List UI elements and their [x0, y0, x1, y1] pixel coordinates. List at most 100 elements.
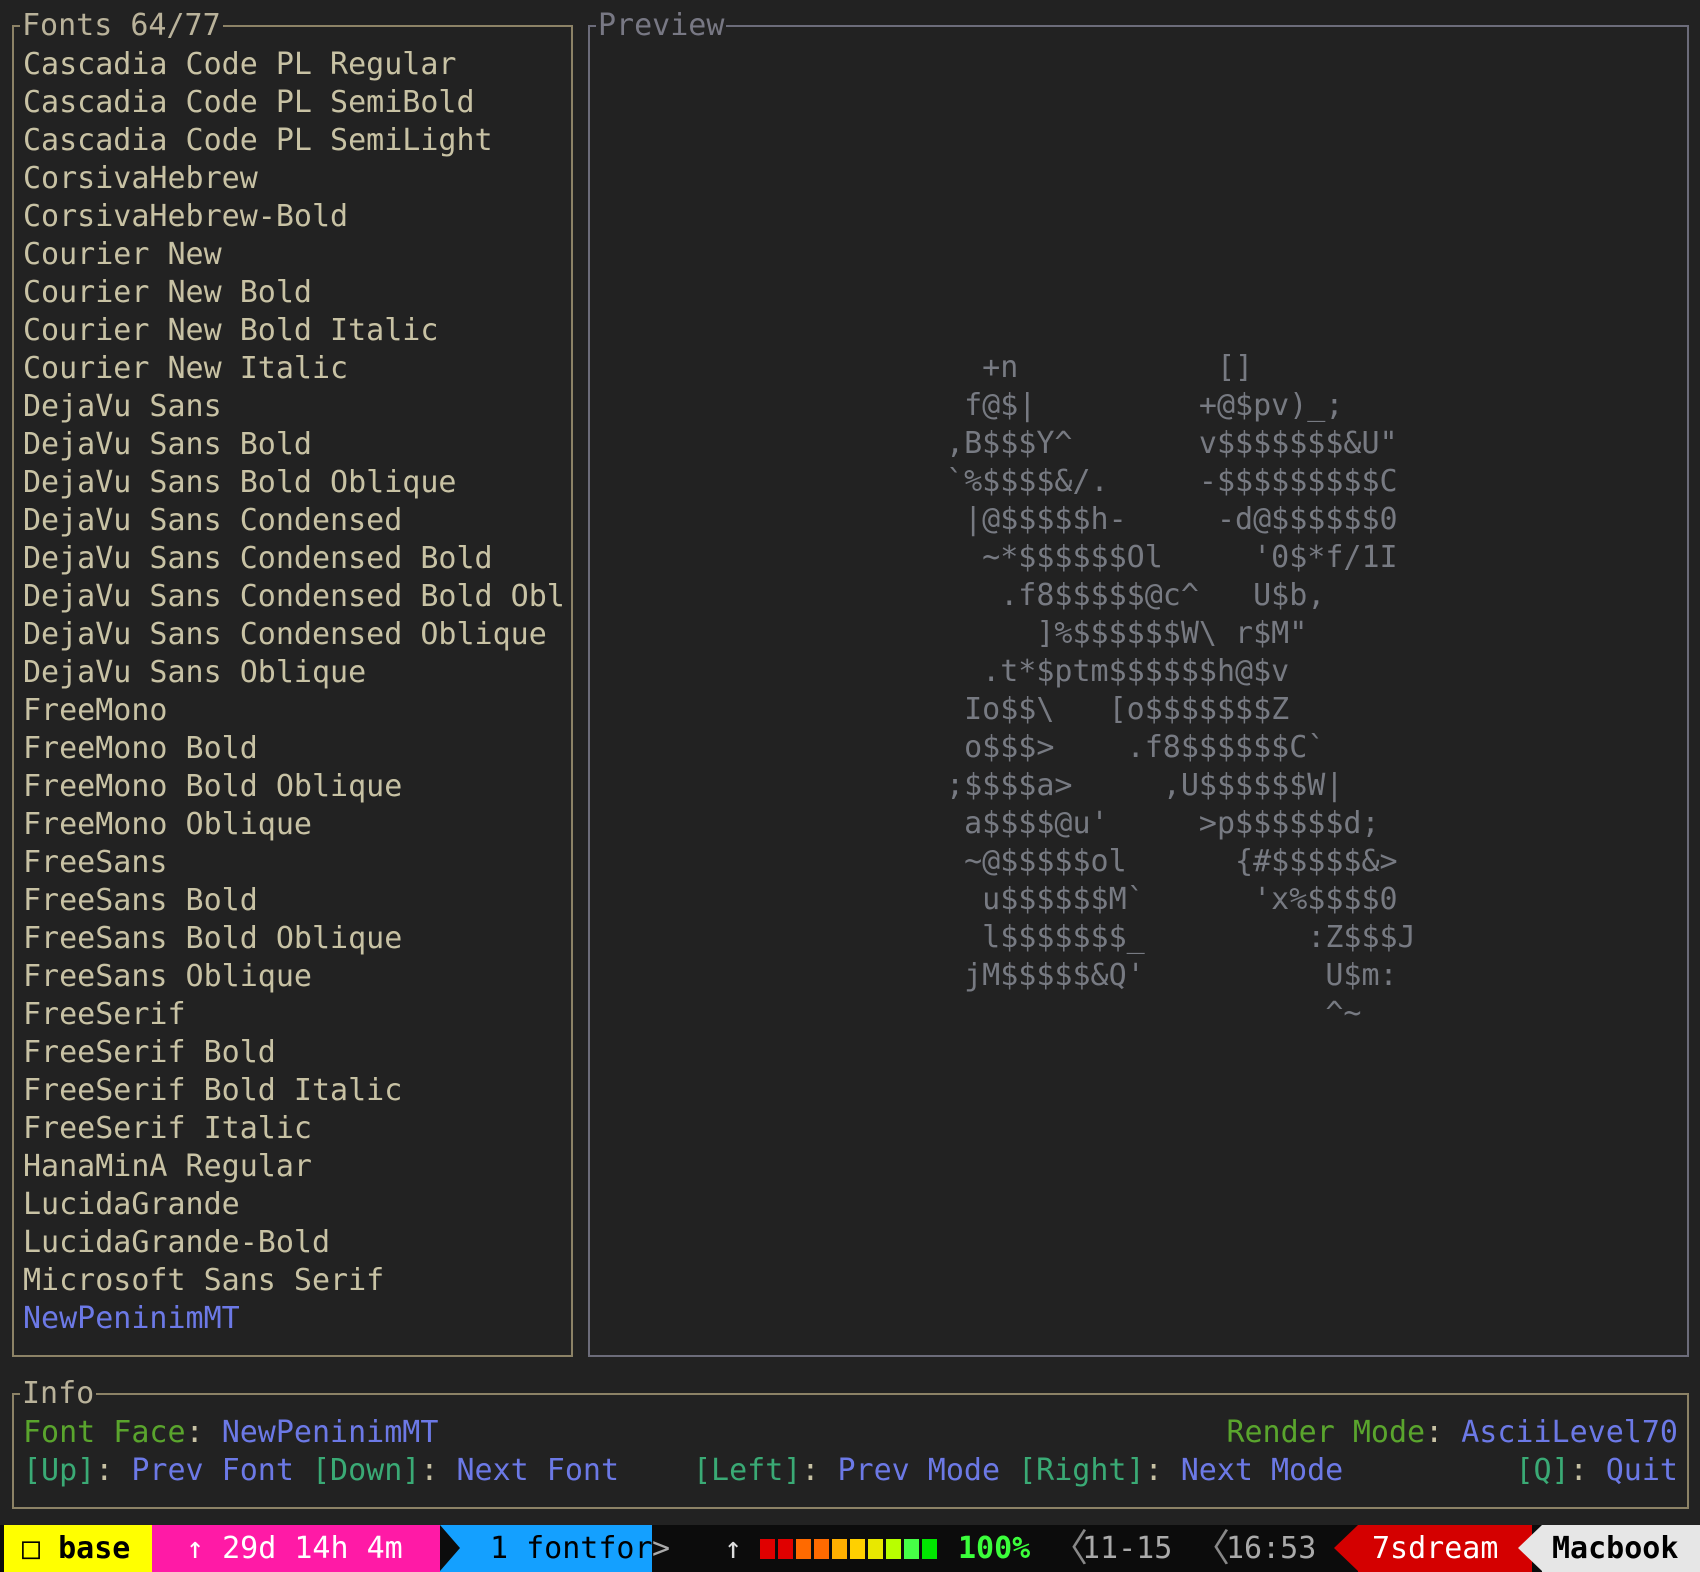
battery-level-bar [760, 1539, 940, 1559]
font-list-item[interactable]: Courier New Bold [23, 274, 568, 312]
separator: : [95, 1453, 132, 1488]
key-down: [Down] [312, 1453, 421, 1488]
font-list-item[interactable]: FreeMono Bold Oblique [23, 768, 568, 806]
preview-panel-title: Preview [596, 8, 727, 43]
host-name: Macbook [1552, 1531, 1679, 1566]
font-list-item[interactable]: DejaVu Sans [23, 388, 568, 426]
font-list-item[interactable]: DejaVu Sans Condensed Bold [23, 540, 568, 578]
font-face-value: NewPeninimMT [221, 1415, 439, 1450]
battery-cell [922, 1539, 937, 1559]
font-list-item[interactable]: Courier New Bold Italic [23, 312, 568, 350]
font-list-item[interactable]: FreeSerif Bold Italic [23, 1072, 568, 1110]
battery-cell [778, 1539, 793, 1559]
render-mode: Render Mode: AsciiLevel70 [1226, 1414, 1678, 1452]
uptime-text: ↑ 29d 14h 4m [186, 1531, 403, 1566]
font-list-item[interactable]: FreeMono [23, 692, 568, 730]
key-up: [Up] [23, 1453, 96, 1488]
battery-percent-text: 100% [958, 1531, 1031, 1566]
font-list-item[interactable]: Microsoft Sans Serif [23, 1262, 568, 1300]
separator: : [185, 1415, 222, 1450]
fonts-panel-title: Fonts 64/77 [20, 8, 223, 43]
font-list-item[interactable]: LucidaGrande-Bold [23, 1224, 568, 1262]
font-list-item[interactable]: FreeSans Bold [23, 882, 568, 920]
battery-cell [796, 1539, 811, 1559]
font-list-item[interactable]: FreeMono Oblique [23, 806, 568, 844]
time-text: 16:53 [1226, 1531, 1317, 1566]
font-list-item[interactable]: LucidaGrande [23, 1186, 568, 1224]
font-list-item[interactable]: DejaVu Sans Condensed Bold Obl [23, 578, 568, 616]
font-list-item[interactable]: FreeMono Bold [23, 730, 568, 768]
font-list-item[interactable]: Cascadia Code PL SemiBold [23, 84, 568, 122]
fonts-panel: Fonts 64/77 Cascadia Code PL Regular Casc… [12, 9, 573, 1357]
key-quit-hint: [Q]: Quit [1515, 1452, 1678, 1490]
date-segment: 11-15 [1082, 1525, 1192, 1572]
user-segment: 7sdream [1358, 1525, 1532, 1572]
battery-cell [904, 1539, 919, 1559]
font-list-item[interactable]: CorsivaHebrew-Bold [23, 198, 568, 236]
font-list-item[interactable]: FreeSans Bold Oblique [23, 920, 568, 958]
battery-cell [886, 1539, 901, 1559]
powerline-separator [1518, 1525, 1542, 1571]
separator: : [1569, 1453, 1606, 1488]
font-list-item[interactable]: DejaVu Sans Bold [23, 426, 568, 464]
battery-cell [850, 1539, 865, 1559]
time-segment: 16:53 [1226, 1525, 1336, 1572]
preview-panel: Preview +n [] f@$| +@$pv)_; ,B$$$Y^ v$$$… [588, 9, 1689, 1357]
font-list-item[interactable]: DejaVu Sans Condensed Oblique [23, 616, 568, 654]
key-left-action: Prev Mode [837, 1453, 1001, 1488]
info-panel: Info Font Face: NewPeninimMT Render Mode… [12, 1377, 1689, 1509]
key-up-action: Prev Font [131, 1453, 294, 1488]
battery-cell [814, 1539, 829, 1559]
font-face-label: Font Face [23, 1415, 186, 1450]
font-list-item[interactable]: FreeSans [23, 844, 568, 882]
font-list-item[interactable]: FreeSerif Bold [23, 1034, 568, 1072]
window-overflow-icon: > [652, 1531, 671, 1566]
info-line-keybindings: [Up]: Prev Font [Down]: Next Font [Left]… [23, 1452, 1678, 1490]
window-segment[interactable]: 1 fontfor [440, 1525, 653, 1572]
font-list-item[interactable]: FreeSerif [23, 996, 568, 1034]
host-segment: Macbook [1542, 1525, 1700, 1572]
session-segment[interactable]: □ base [4, 1525, 170, 1572]
separator: : [801, 1453, 838, 1488]
font-list-item[interactable]: HanaMinA Regular [23, 1148, 568, 1186]
key-left-hint: [Left]: Prev Mode [Right]: Next Mode [693, 1452, 1343, 1490]
battery-percent: 100% [958, 1525, 1058, 1572]
battery-cell [760, 1539, 775, 1559]
powerline-separator [440, 1525, 460, 1571]
session-name: □ base [22, 1531, 131, 1566]
key-quit: [Q] [1515, 1453, 1570, 1488]
font-list-item[interactable]: DejaVu Sans Oblique [23, 654, 568, 692]
date-text: 11-15 [1082, 1531, 1173, 1566]
key-right-action: Next Mode [1180, 1453, 1344, 1488]
battery-icon-glyph: ↑ [724, 1531, 743, 1566]
info-line-font-face: Font Face: NewPeninimMT Render Mode: Asc… [23, 1414, 1678, 1452]
uptime-segment: ↑ 29d 14h 4m [152, 1525, 456, 1572]
key-right: [Right] [1018, 1453, 1145, 1488]
window-name: 1 fontfor [490, 1531, 653, 1566]
font-list-item[interactable]: FreeSerif Italic [23, 1110, 568, 1148]
font-list-item[interactable]: DejaVu Sans Bold Oblique [23, 464, 568, 502]
font-list-item[interactable]: FreeSans Oblique [23, 958, 568, 996]
powerline-separator [1334, 1525, 1358, 1571]
font-list-item[interactable]: NewPeninimMT [23, 1300, 568, 1338]
render-mode-value: AsciiLevel70 [1461, 1415, 1678, 1450]
battery-cell [832, 1539, 847, 1559]
chevron-left-icon: 〈 [1050, 1526, 1089, 1570]
font-list-item[interactable]: Cascadia Code PL SemiLight [23, 122, 568, 160]
font-list-item[interactable]: Cascadia Code PL Regular [23, 46, 568, 84]
status-bar: □ base ↑ 29d 14h 4m 1 fontfor > ↑ 100% 〈… [0, 1525, 1700, 1572]
info-panel-title: Info [20, 1376, 97, 1411]
font-list-item[interactable]: Courier New [23, 236, 568, 274]
separator: : [1144, 1453, 1181, 1488]
battery-cell [868, 1539, 883, 1559]
font-list[interactable]: Cascadia Code PL Regular Cascadia Code PL… [23, 46, 568, 1338]
font-list-item[interactable]: CorsivaHebrew [23, 160, 568, 198]
chevron-left-icon: 〈 [1192, 1526, 1231, 1570]
battery-icon: ↑ [724, 1525, 748, 1572]
powerline-separator [422, 1525, 442, 1571]
font-list-item[interactable]: Courier New Italic [23, 350, 568, 388]
key-quit-action: Quit [1605, 1453, 1678, 1488]
render-mode-label: Render Mode [1226, 1415, 1426, 1450]
key-down-action: Next Font [456, 1453, 620, 1488]
font-list-item[interactable]: DejaVu Sans Condensed [23, 502, 568, 540]
